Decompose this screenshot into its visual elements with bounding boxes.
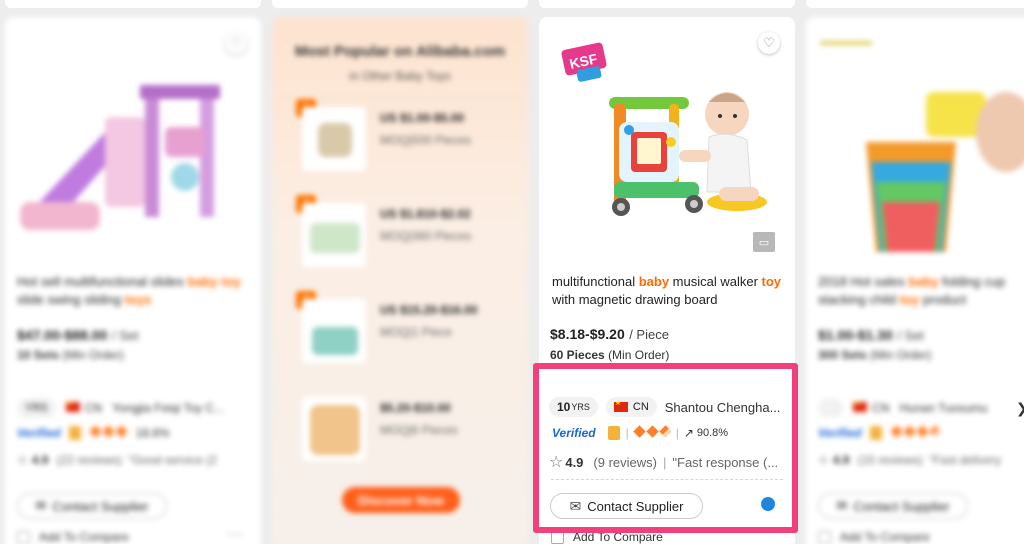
- product-card-stacking-cups[interactable]: ▬▬▬▬ 2018 Hot sales baby folding cup sta…: [806, 17, 1024, 544]
- panel-subheading[interactable]: in Other Baby Toys: [272, 69, 528, 83]
- trust-row: Verified 18.6%: [17, 425, 170, 440]
- min-order: 10 Sets (Min Order): [17, 348, 124, 362]
- mail-icon: ✉: [836, 498, 848, 513]
- popular-item[interactable]: 3 US $15.20-$16.00MOQ|1 Piece: [296, 291, 516, 367]
- title-keyword: toys: [124, 292, 152, 307]
- price: $1.00-$1.30 / Set: [818, 327, 924, 343]
- review-count[interactable]: (15 reviews): [857, 453, 922, 467]
- contact-supplier-button[interactable]: ✉ Contact Supplier: [17, 493, 167, 519]
- title-text: product: [919, 292, 967, 307]
- video-icon[interactable]: ▭: [753, 232, 775, 252]
- title-keyword: toy: [899, 292, 920, 307]
- title-text: musical walker: [669, 274, 762, 289]
- popular-item-image[interactable]: [302, 299, 366, 363]
- country: CN: [84, 401, 102, 415]
- product-image[interactable]: [846, 72, 1024, 262]
- popular-item[interactable]: 1 US $1.00-$5.00MOQ|500 Pieces: [296, 99, 516, 175]
- favorite-heart-icon[interactable]: ♡: [225, 32, 247, 54]
- verified-badge: Verified: [17, 426, 61, 440]
- supplier-highlight-box: [533, 363, 798, 533]
- title-text: Hot sell multifunctional slides: [17, 274, 188, 289]
- title-keyword: baby: [908, 274, 939, 289]
- panel-heading: Most Popular on Alibaba.com: [294, 43, 506, 60]
- review-count[interactable]: (22 reviews): [56, 453, 121, 467]
- min-order: 60 Pieces (Min Order): [550, 348, 670, 362]
- mail-icon: ✉: [35, 498, 47, 513]
- flag-icon: [65, 399, 80, 412]
- supplier-row[interactable]: CN Hunan Tuosumu: [818, 398, 988, 418]
- review-snippet: "Good service (2: [127, 453, 217, 467]
- popular-item[interactable]: $5.20-$10.00 MOQ|6 Pieces: [296, 389, 516, 465]
- gold-medal-icon: [68, 426, 81, 440]
- supplier-row[interactable]: YRS CN Yongjia Feiqi Toy C...: [17, 398, 224, 418]
- verified-badge: Verified: [818, 426, 862, 440]
- review-snippet: "Fast delivery: [928, 453, 1002, 467]
- rating-value: 4.9: [31, 453, 49, 467]
- title-text: with magnetic drawing board: [552, 292, 718, 307]
- price: $47.00-$88.00 / Set: [17, 327, 139, 343]
- title-text: multifunctional: [552, 274, 639, 289]
- supplier-name[interactable]: Hunan Tuosumu: [900, 401, 988, 415]
- trust-row: Verified: [818, 425, 942, 440]
- product-card-slide[interactable]: ♡ Hot sell multifunctional slides baby t…: [5, 17, 261, 544]
- popular-item[interactable]: 2 US $1.810-$2.02MOQ|360 Pieces: [296, 195, 516, 271]
- popular-item-image[interactable]: [302, 107, 366, 171]
- years-badge: [818, 398, 844, 418]
- title-keyword: toy: [761, 274, 782, 289]
- gold-medal-icon: [869, 426, 882, 440]
- product-image[interactable]: [15, 57, 245, 237]
- rating-row[interactable]: ☆ 4.9 (22 reviews) "Good service (2: [17, 453, 217, 467]
- title-text: 2018 Hot sales: [818, 274, 909, 289]
- product-title[interactable]: 2018 Hot sales baby folding cup stacking…: [818, 273, 1024, 309]
- product-title[interactable]: multifunctional baby musical walker toy …: [552, 273, 786, 309]
- title-keyword: baby: [638, 274, 670, 289]
- title-text: slide swing sliding: [17, 292, 125, 307]
- brand-logo: KSF: [561, 42, 607, 82]
- product-title[interactable]: Hot sell multifunctional slides baby toy…: [17, 273, 247, 309]
- brand-logo: ▬▬▬▬: [820, 33, 872, 48]
- supplier-name[interactable]: Yongjia Feiqi Toy C...: [112, 401, 224, 415]
- rating-row[interactable]: ☆ 4.9 (15 reviews) "Fast delivery: [818, 453, 1001, 467]
- previous-row-edge: [0, 0, 1024, 10]
- popular-item-image[interactable]: [302, 397, 366, 461]
- compare-checkbox[interactable]: [818, 530, 831, 544]
- compare-checkbox[interactable]: [17, 530, 30, 544]
- popular-item-image[interactable]: [302, 203, 366, 267]
- chevron-right-icon[interactable]: ❯: [1016, 400, 1024, 417]
- response-rate: 18.6%: [135, 426, 170, 440]
- price: $8.18-$9.20 / Piece: [550, 326, 669, 342]
- star-icon: ☆: [17, 453, 28, 467]
- contact-supplier-button[interactable]: ✉ Contact Supplier: [818, 493, 968, 519]
- add-to-compare[interactable]: Add To Compare: [818, 530, 930, 544]
- years-badge: YRS: [17, 398, 56, 418]
- more-options-icon[interactable]: ···: [227, 525, 244, 541]
- title-keyword: baby toy: [187, 274, 241, 289]
- star-icon: ☆: [818, 453, 829, 467]
- add-to-compare[interactable]: Add To Compare: [17, 530, 129, 544]
- product-image[interactable]: KSF: [559, 42, 779, 242]
- min-order: 300 Sets (Min Order): [818, 348, 932, 362]
- most-popular-panel: Most Popular on Alibaba.com in Other Bab…: [272, 17, 528, 544]
- discover-now-button[interactable]: Discover Now: [342, 487, 460, 513]
- flag-icon: [853, 399, 868, 412]
